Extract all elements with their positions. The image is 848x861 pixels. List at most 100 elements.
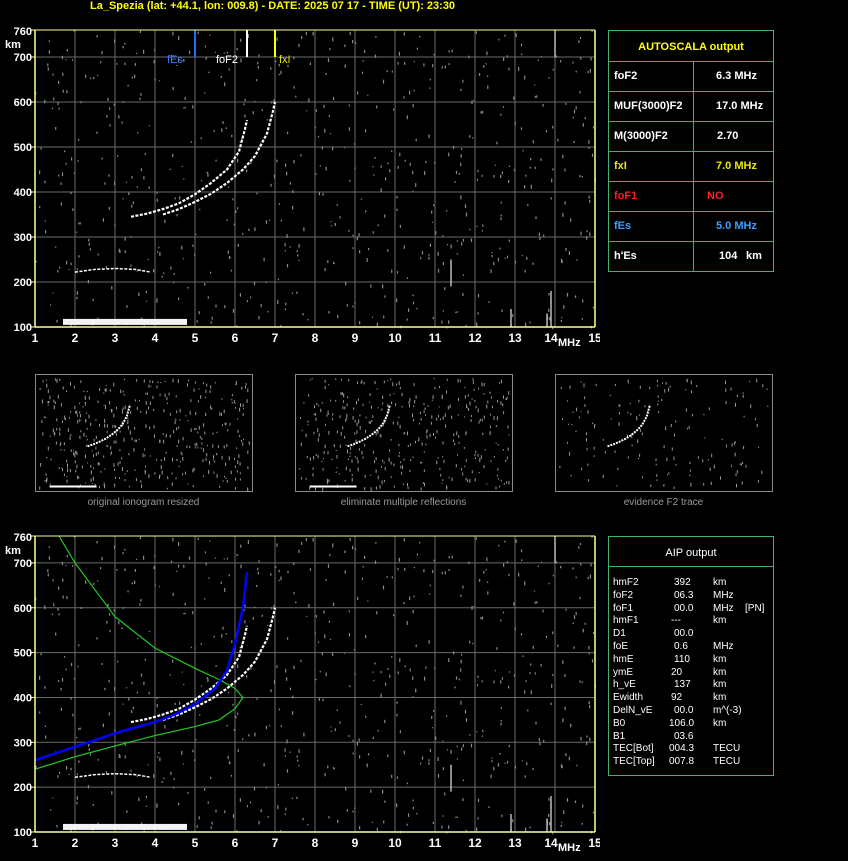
- thumbnail-noise: [457, 414, 459, 416]
- thumbnail-noise: [76, 453, 78, 456]
- thumbnail-noise: [692, 413, 693, 417]
- noise-dot: [560, 825, 562, 827]
- noise-dot: [564, 168, 566, 172]
- thumbnail-noise: [483, 383, 485, 387]
- thumbnail-noise: [657, 385, 659, 387]
- noise-dot: [209, 540, 211, 542]
- noise-dot: [215, 159, 217, 162]
- x-tick-label: 2: [72, 331, 79, 345]
- e-layer-trace: [63, 823, 187, 830]
- thumbnail-noise: [495, 486, 497, 490]
- noise-dot: [214, 51, 216, 53]
- noise-dot: [254, 100, 256, 103]
- thumbnail-noise: [477, 453, 479, 457]
- thumbnail-noise: [387, 380, 389, 382]
- noise-dot: [475, 31, 477, 34]
- noise-dot: [560, 764, 563, 768]
- noise-dot: [222, 626, 224, 630]
- thumbnail-noise: [64, 415, 66, 420]
- thumbnail-noise: [212, 459, 214, 461]
- thumbnail-noise: [138, 400, 140, 402]
- thumbnail-noise: [156, 458, 158, 461]
- thumbnail-noise: [317, 455, 319, 459]
- noise-dot: [59, 266, 61, 269]
- noise-dot: [499, 752, 501, 755]
- thumbnail-noise: [346, 413, 348, 418]
- noise-dot: [96, 131, 98, 134]
- thumbnail-noise: [331, 458, 333, 461]
- thumbnail-noise: [673, 486, 675, 490]
- thumbnail-noise: [397, 421, 399, 426]
- noise-dot: [415, 183, 417, 187]
- thumbnail-noise: [422, 482, 424, 484]
- noise-dot: [144, 658, 146, 661]
- profile-green-upper: [58, 535, 244, 698]
- thumbnail-noise: [223, 445, 225, 449]
- noise-dot: [296, 291, 298, 294]
- thumbnail-noise: [145, 410, 147, 414]
- noise-dot: [524, 185, 526, 189]
- thumbnail-noise: [399, 452, 400, 454]
- autoscala-label: fxI: [614, 160, 627, 172]
- thumbnail-noise: [609, 394, 611, 397]
- noise-dot: [532, 262, 534, 265]
- noise-dot: [357, 597, 359, 600]
- thumbnail-noise: [369, 421, 371, 424]
- noise-dot: [354, 548, 357, 551]
- thumbnail-noise: [368, 421, 370, 424]
- noise-dot: [382, 79, 385, 84]
- noise-dot: [506, 55, 508, 58]
- thumbnail-noise: [136, 379, 138, 382]
- noise-dot: [428, 256, 430, 260]
- thumbnail-noise: [503, 483, 505, 485]
- aip-unit: MHz: [713, 602, 734, 614]
- thumbnail-noise: [489, 391, 491, 394]
- noise-dot: [500, 217, 502, 221]
- thumbnail-noise: [421, 462, 423, 464]
- noise-dot: [448, 658, 450, 662]
- noise-dot: [169, 674, 171, 676]
- noise-dot: [564, 674, 566, 677]
- thumbnail-noise: [382, 459, 384, 462]
- noise-dot: [70, 767, 72, 771]
- noise-dot: [415, 644, 417, 648]
- noise-dot: [64, 656, 66, 658]
- noise-dot: [232, 703, 234, 706]
- noise-dot: [530, 158, 532, 161]
- noise-dot: [552, 168, 554, 171]
- thumbnail-noise: [56, 418, 58, 422]
- thumbnail-noise: [315, 453, 317, 456]
- aip-row-3: hmF1 --- km: [613, 615, 773, 628]
- noise-dot: [122, 552, 124, 555]
- thumbnail-noise: [95, 446, 97, 450]
- thumbnail-noise: [455, 464, 457, 468]
- thumbnail-noise: [758, 446, 760, 448]
- thumbnail-noise: [90, 422, 92, 426]
- thumbnail-noise: [128, 453, 130, 456]
- noise-dot: [181, 671, 183, 673]
- thumbnail-noise: [185, 415, 187, 417]
- noise-dot: [153, 60, 155, 64]
- noise-dot: [289, 751, 291, 753]
- noise-dot: [156, 704, 158, 708]
- thumbnail-noise: [77, 475, 79, 480]
- noise-dot: [442, 262, 444, 265]
- noise-dot: [391, 70, 393, 73]
- thumbnail-noise: [92, 476, 94, 481]
- noise-dot: [240, 58, 242, 63]
- thumbnail-noise: [219, 412, 221, 416]
- noise-dot: [552, 125, 554, 129]
- noise-dot: [441, 66, 443, 69]
- noise-dot: [500, 719, 502, 722]
- noise-dot: [387, 162, 389, 165]
- noise-dot: [204, 45, 206, 48]
- noise-dot: [579, 175, 581, 178]
- thumbnail-caption: eliminate multiple reflections: [340, 497, 467, 508]
- noise-dot: [178, 542, 180, 546]
- noise-dot: [359, 250, 361, 254]
- noise-dot: [372, 166, 374, 168]
- noise-dot: [481, 735, 483, 737]
- thumbnail-noise: [614, 384, 616, 386]
- thumbnail-noise: [202, 382, 204, 385]
- noise-dot: [413, 595, 415, 598]
